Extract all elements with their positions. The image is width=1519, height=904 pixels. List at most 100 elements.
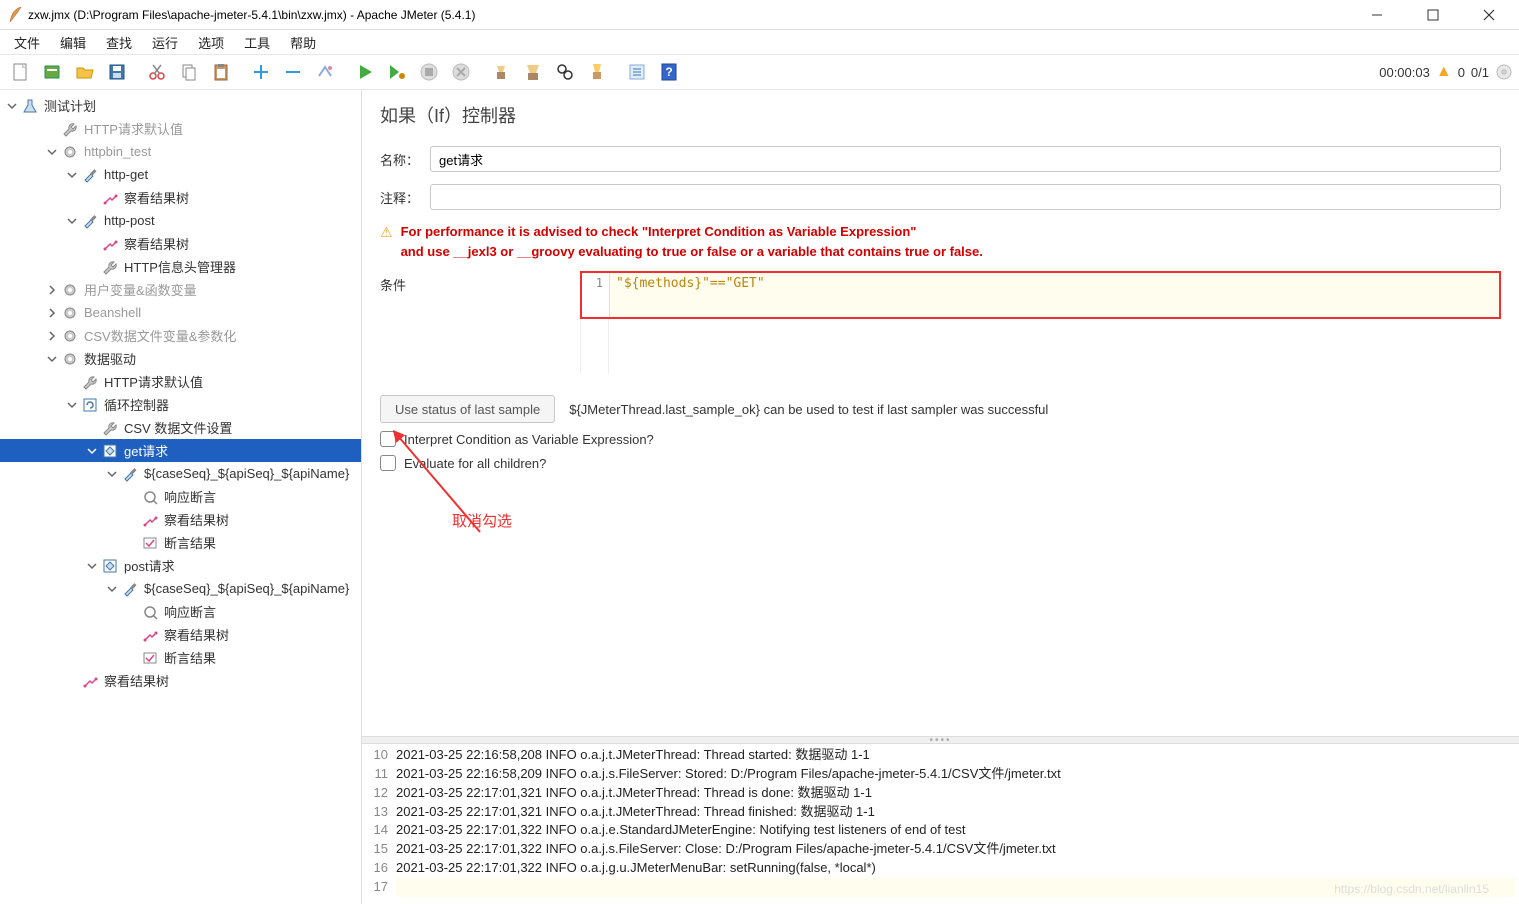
interpret-condition-checkbox[interactable] xyxy=(380,431,396,447)
condition-editor[interactable]: 1 "${methods}"=="GET" xyxy=(580,271,1501,319)
log-text xyxy=(396,878,1515,897)
elapsed-time: 00:00:03 xyxy=(1379,65,1430,80)
tree-item[interactable]: 察看结果树 xyxy=(0,669,361,692)
log-text: 2021-03-25 22:17:01,321 INFO o.a.j.t.JMe… xyxy=(396,803,875,822)
comment-input[interactable] xyxy=(430,184,1501,210)
tree-root[interactable]: 测试计划 xyxy=(0,94,361,117)
log-splitter[interactable]: •••• xyxy=(362,736,1519,744)
name-input[interactable] xyxy=(430,146,1501,172)
shutdown-icon[interactable] xyxy=(446,57,476,87)
tree-label: 察看结果树 xyxy=(122,234,189,253)
chevron-down-icon[interactable] xyxy=(4,101,20,111)
tree-item[interactable]: 数据驱动 xyxy=(0,347,361,370)
menu-file[interactable]: 文件 xyxy=(4,30,50,55)
tree-item[interactable]: 察看结果树 xyxy=(0,186,361,209)
chevron-down-icon[interactable] xyxy=(44,354,60,364)
use-last-sample-button[interactable]: Use status of last sample xyxy=(380,395,555,423)
gear-icon xyxy=(60,328,80,344)
gear-icon xyxy=(60,282,80,298)
chevron-down-icon[interactable] xyxy=(104,469,120,479)
wrench-icon xyxy=(80,374,100,390)
chevron-down-icon[interactable] xyxy=(64,170,80,180)
tree-item[interactable]: ${caseSeq}_${apiSeq}_${apiName} xyxy=(0,577,361,600)
save-icon[interactable] xyxy=(102,57,132,87)
open-icon[interactable] xyxy=(70,57,100,87)
tree-item[interactable]: CSV数据文件变量&参数化 xyxy=(0,324,361,347)
chevron-down-icon[interactable] xyxy=(84,446,100,456)
tree-icon xyxy=(140,627,160,643)
clear-all-icon[interactable] xyxy=(518,57,548,87)
evaluate-all-children-checkbox[interactable] xyxy=(380,455,396,471)
toggle-icon[interactable] xyxy=(310,57,340,87)
chevron-down-icon[interactable] xyxy=(64,400,80,410)
log-panel[interactable]: 102021-03-25 22:16:58,208 INFO o.a.j.t.J… xyxy=(362,744,1519,904)
tree-item[interactable]: 断言结果 xyxy=(0,646,361,669)
chevron-down-icon[interactable] xyxy=(44,147,60,157)
chevron-down-icon[interactable] xyxy=(104,584,120,594)
start-icon[interactable] xyxy=(350,57,380,87)
tree-label: post请求 xyxy=(122,556,175,575)
help-icon[interactable]: ? xyxy=(654,57,684,87)
tree-label: http-get xyxy=(102,167,148,182)
tree-label: 察看结果树 xyxy=(102,671,169,690)
log-line-number: 11 xyxy=(366,765,388,784)
tree-item[interactable]: 循环控制器 xyxy=(0,393,361,416)
clear-icon[interactable] xyxy=(486,57,516,87)
condition-code[interactable]: "${methods}"=="GET" xyxy=(610,273,1499,317)
collapse-icon[interactable] xyxy=(278,57,308,87)
minimize-button[interactable] xyxy=(1363,5,1391,25)
chevron-right-icon[interactable] xyxy=(44,285,60,295)
expand-icon[interactable] xyxy=(246,57,276,87)
tree-item[interactable]: http-get xyxy=(0,163,361,186)
warning-line2: and use __jexl3 or __groovy evaluating t… xyxy=(401,242,983,262)
function-helper-icon[interactable] xyxy=(622,57,652,87)
tree-item[interactable]: ${caseSeq}_${apiSeq}_${apiName} xyxy=(0,462,361,485)
tree-item[interactable]: HTTP请求默认值 xyxy=(0,117,361,140)
tree-item[interactable]: httpbin_test xyxy=(0,140,361,163)
tree-item[interactable]: 响应断言 xyxy=(0,485,361,508)
chevron-right-icon[interactable] xyxy=(44,308,60,318)
new-icon[interactable] xyxy=(6,57,36,87)
tree-label: HTTP请求默认值 xyxy=(102,372,203,391)
tree-item[interactable]: 用户变量&函数变量 xyxy=(0,278,361,301)
tree-item[interactable]: http-post xyxy=(0,209,361,232)
chevron-down-icon[interactable] xyxy=(64,216,80,226)
tree-icon xyxy=(100,236,120,252)
tree-item[interactable]: HTTP信息头管理器 xyxy=(0,255,361,278)
chevron-down-icon[interactable] xyxy=(84,561,100,571)
menu-edit[interactable]: 编辑 xyxy=(50,30,96,55)
tree-item[interactable]: post请求 xyxy=(0,554,361,577)
tree-item[interactable]: CSV 数据文件设置 xyxy=(0,416,361,439)
tree-item[interactable]: 断言结果 xyxy=(0,531,361,554)
reset-search-icon[interactable] xyxy=(582,57,612,87)
status-hint: ${JMeterThread.last_sample_ok} can be us… xyxy=(569,402,1048,417)
warning-icon[interactable]: ▲ xyxy=(1436,63,1452,81)
name-label: 名称： xyxy=(380,150,430,169)
chevron-right-icon[interactable] xyxy=(44,331,60,341)
search-icon[interactable] xyxy=(550,57,580,87)
tree-label: HTTP请求默认值 xyxy=(82,119,183,138)
paste-icon[interactable] xyxy=(206,57,236,87)
start-no-pause-icon[interactable] xyxy=(382,57,412,87)
menu-tools[interactable]: 工具 xyxy=(234,30,280,55)
tree-item[interactable]: get请求 xyxy=(0,439,361,462)
test-plan-tree[interactable]: 测试计划 HTTP请求默认值httpbin_testhttp-get察看结果树h… xyxy=(0,90,362,904)
menu-options[interactable]: 选项 xyxy=(188,30,234,55)
tree-item[interactable]: 响应断言 xyxy=(0,600,361,623)
menu-search[interactable]: 查找 xyxy=(96,30,142,55)
stop-icon[interactable] xyxy=(414,57,444,87)
menu-run[interactable]: 运行 xyxy=(142,30,188,55)
performance-warning: ⚠ For performance it is advised to check… xyxy=(380,222,1501,261)
tree-item[interactable]: HTTP请求默认值 xyxy=(0,370,361,393)
window-title: zxw.jmx (D:\Program Files\apache-jmeter-… xyxy=(28,8,1363,22)
tree-item[interactable]: 察看结果树 xyxy=(0,508,361,531)
templates-icon[interactable] xyxy=(38,57,68,87)
tree-item[interactable]: 察看结果树 xyxy=(0,232,361,255)
cut-icon[interactable] xyxy=(142,57,172,87)
maximize-button[interactable] xyxy=(1419,5,1447,25)
close-button[interactable] xyxy=(1475,5,1503,25)
copy-icon[interactable] xyxy=(174,57,204,87)
tree-item[interactable]: Beanshell xyxy=(0,301,361,324)
tree-item[interactable]: 察看结果树 xyxy=(0,623,361,646)
menu-help[interactable]: 帮助 xyxy=(280,30,326,55)
